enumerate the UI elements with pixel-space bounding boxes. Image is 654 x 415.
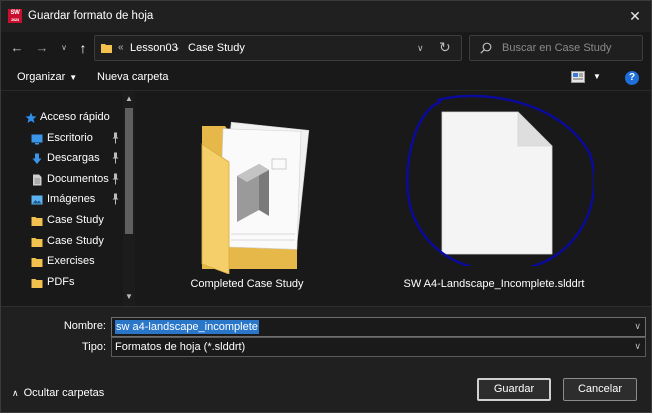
navigation-pane: Acceso rápido Escritorio Descargas Document… — [1, 92, 137, 306]
sidebar-item-case-study[interactable]: Case Study — [1, 211, 123, 231]
pin-icon[interactable] — [111, 132, 120, 144]
file-name-input[interactable]: sw a4-landscape_incomplete ∨ — [111, 317, 646, 337]
sidebar-item-pdfs[interactable]: PDFs — [1, 273, 123, 293]
sidebar-item-label: Case Study — [47, 214, 104, 226]
star-icon — [25, 112, 37, 124]
file-name-value[interactable]: sw a4-landscape_incomplete — [115, 320, 259, 334]
pin-icon[interactable] — [111, 152, 120, 164]
view-options-caret-icon[interactable]: ▼ — [593, 72, 601, 81]
file-type-value: Formatos de hoja (*.slddrt) — [115, 341, 246, 353]
address-dropdown-icon[interactable]: ∨ — [417, 43, 424, 54]
folder-with-documents-icon — [201, 121, 310, 274]
blank-file-icon — [406, 94, 594, 266]
hide-folders-button[interactable]: ∧ Ocultar carpetas — [12, 387, 104, 399]
search-icon — [480, 42, 492, 54]
chevron-right-icon[interactable]: › — [175, 41, 179, 55]
sidebar-scrollbar[interactable]: ▲ ▼ — [123, 92, 135, 306]
organize-menu-button[interactable]: Organizar ▼ — [17, 71, 77, 83]
refresh-icon[interactable]: ↻ — [439, 39, 451, 56]
navigation-bar: ← → ∨ ↑ « Lesson03 › Case Study ∨ ↻ — [1, 32, 651, 64]
download-icon — [31, 153, 43, 165]
command-bar: Organizar ▼ Nueva carpeta ▼ ? — [1, 64, 651, 91]
sidebar-item-label: Exercises — [47, 255, 95, 267]
recent-locations-button[interactable]: ∨ — [58, 38, 70, 58]
caret-down-icon: ▼ — [69, 73, 78, 82]
organize-label: Organizar — [17, 71, 66, 83]
file-list-view: Completed Case Study SW A4-Landscape_Inc… — [137, 92, 651, 306]
chevron-up-icon: ∧ — [12, 388, 19, 398]
hide-folders-label: Ocultar carpetas — [23, 387, 105, 399]
address-bar[interactable]: « Lesson03 › Case Study ∨ ↻ — [94, 35, 462, 61]
close-button[interactable]: ✕ — [623, 5, 647, 27]
solidworks-app-icon: SW 2023 — [8, 9, 22, 23]
folder-icon — [31, 277, 43, 289]
sidebar-item-label: Acceso rápido — [40, 111, 110, 123]
pin-icon[interactable] — [111, 173, 120, 185]
file-name-label: SW A4-Landscape_Incomplete.slddrt — [403, 278, 585, 290]
image-icon — [31, 194, 43, 206]
sidebar-item-imágenes[interactable]: Imágenes — [1, 190, 123, 210]
window-title: Guardar formato de hoja — [28, 10, 154, 22]
view-options-icon[interactable] — [571, 71, 585, 83]
close-icon: ✕ — [629, 8, 641, 24]
sidebar-item-label: Escritorio — [47, 132, 93, 144]
sidebar-item-escritorio[interactable]: Escritorio — [1, 129, 123, 149]
arrow-left-icon: ← — [10, 40, 24, 55]
file-item-completed-case-study[interactable]: Completed Case Study — [147, 104, 347, 304]
address-overflow-chevron[interactable]: « — [118, 42, 124, 53]
sidebar-item-label: Descargas — [47, 152, 100, 164]
file-item-sw-a4-landscape-incomplete[interactable]: SW A4-Landscape_Incomplete.slddrt — [394, 94, 594, 304]
sidebar-item-exercises[interactable]: Exercises — [1, 252, 123, 272]
sidebar-item-label: Case Study — [47, 235, 104, 247]
up-button[interactable]: ↑ — [73, 38, 93, 58]
help-button[interactable]: ? — [625, 71, 639, 85]
sidebar-item-acceso-rápido[interactable]: Acceso rápido — [1, 108, 123, 128]
back-button[interactable]: ← — [7, 38, 27, 58]
save-button[interactable]: Guardar — [477, 378, 551, 401]
address-segment-case-study[interactable]: Case Study — [188, 42, 245, 54]
folder-icon — [31, 215, 43, 227]
file-type-select[interactable]: Formatos de hoja (*.slddrt) ∨ — [111, 337, 646, 357]
chevron-down-icon: ∨ — [61, 43, 67, 52]
chevron-down-icon[interactable]: ∨ — [634, 341, 641, 352]
folder-icon — [31, 256, 43, 268]
title-bar: SW 2023 Guardar formato de hoja ✕ — [1, 1, 651, 32]
search-input[interactable] — [502, 40, 636, 56]
folder-icon — [31, 236, 43, 248]
folder-icon — [101, 44, 112, 53]
cancel-button[interactable]: Cancelar — [563, 378, 637, 401]
desktop-icon — [31, 133, 43, 145]
scroll-up-icon[interactable]: ▲ — [125, 94, 133, 103]
file-name-label: Completed Case Study — [190, 278, 304, 290]
pin-icon[interactable] — [111, 193, 120, 205]
save-panel: Nombre: sw a4-landscape_incomplete ∨ Tip… — [1, 306, 651, 412]
sidebar-item-case-study[interactable]: Case Study — [1, 232, 123, 252]
sidebar-item-label: PDFs — [47, 276, 75, 288]
scroll-down-icon[interactable]: ▼ — [125, 292, 133, 301]
sidebar-item-label: Documentos — [47, 173, 109, 185]
forward-button[interactable]: → — [32, 38, 52, 58]
save-sheet-format-dialog: SW 2023 Guardar formato de hoja ✕ ← → ∨ … — [0, 0, 652, 413]
app-icon-text-bottom: 2023 — [11, 17, 19, 22]
search-box[interactable] — [469, 35, 643, 61]
app-icon-text-top: SW — [10, 10, 20, 16]
sidebar-item-documentos[interactable]: Documentos — [1, 170, 123, 190]
document-icon — [31, 174, 43, 186]
arrow-up-icon: ↑ — [79, 40, 87, 56]
file-type-label: Tipo: — [81, 341, 106, 353]
new-folder-button[interactable]: Nueva carpeta — [97, 71, 169, 83]
sidebar-item-label: Imágenes — [47, 193, 96, 205]
scrollbar-thumb[interactable] — [125, 108, 133, 234]
chevron-down-icon[interactable]: ∨ — [634, 321, 641, 332]
sidebar-item-descargas[interactable]: Descargas — [1, 149, 123, 169]
file-name-label: Nombre: — [63, 320, 106, 332]
address-segment-lesson03[interactable]: Lesson03 — [130, 42, 178, 54]
arrow-right-icon: → — [35, 40, 49, 55]
